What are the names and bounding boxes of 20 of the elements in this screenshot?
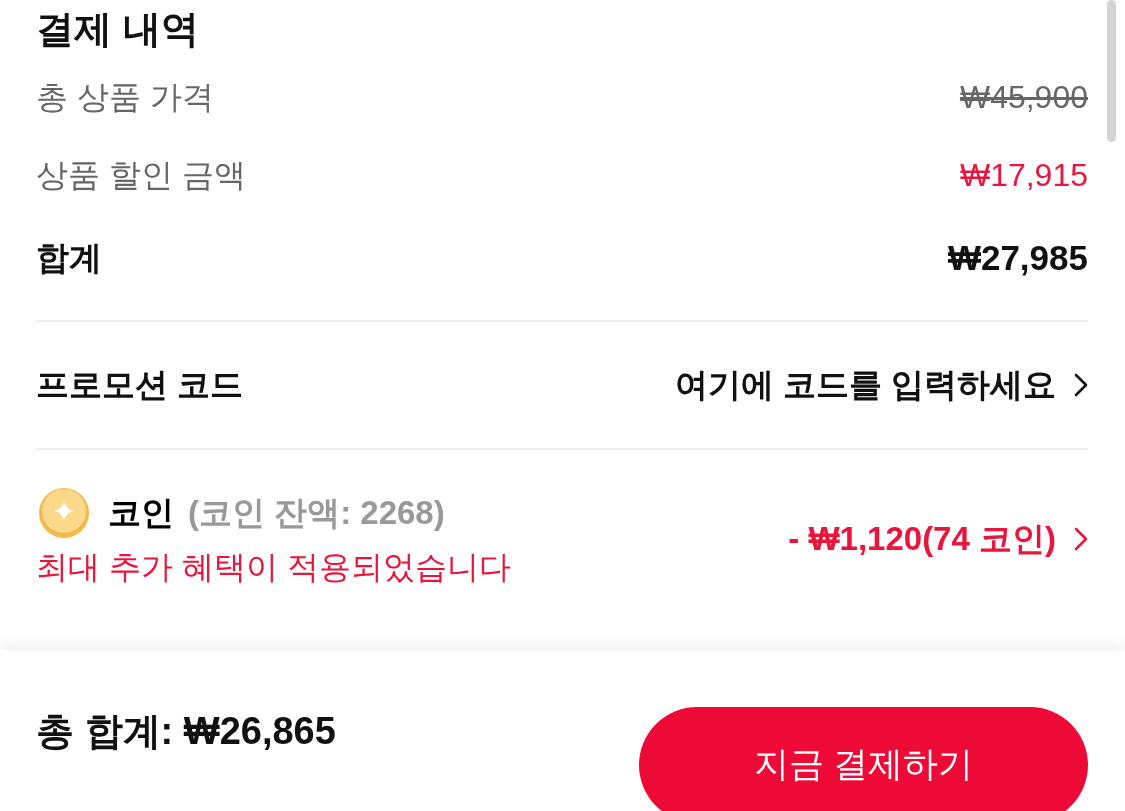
price-label: 총 상품 가격 [36,78,214,117]
coin-notice: 최대 추가 혜택이 적용되었습니다 [36,548,511,587]
chevron-right-icon [1074,373,1088,397]
coin-label: 코인 [108,493,174,534]
price-value: ₩17,915 [959,156,1088,195]
pay-now-button[interactable]: 지금 결제하기 [639,706,1088,811]
price-label: 상품 할인 금액 [36,156,246,195]
price-label: 합계 [36,238,102,279]
promo-code-placeholder: 여기에 코드를 입력하세요 [674,365,1056,406]
scrollbar[interactable] [1107,0,1116,142]
coin-icon [38,487,90,539]
promo-code-label: 프로모션 코드 [36,365,244,406]
grand-total: 총 합계: ₩26,865 [36,709,336,754]
price-value: ₩27,985 [947,236,1088,279]
promo-code-row[interactable]: 프로모션 코드 여기에 코드를 입력하세요 [36,322,1088,448]
price-value: ₩45,900 [959,78,1088,117]
coin-balance: (코인 잔액: 2268) [188,493,445,534]
section-title: 결제 내역 [36,6,200,52]
chevron-right-icon [1074,527,1088,551]
coin-discount-amount[interactable]: - ₩1,120(74 코인) [788,514,1088,564]
